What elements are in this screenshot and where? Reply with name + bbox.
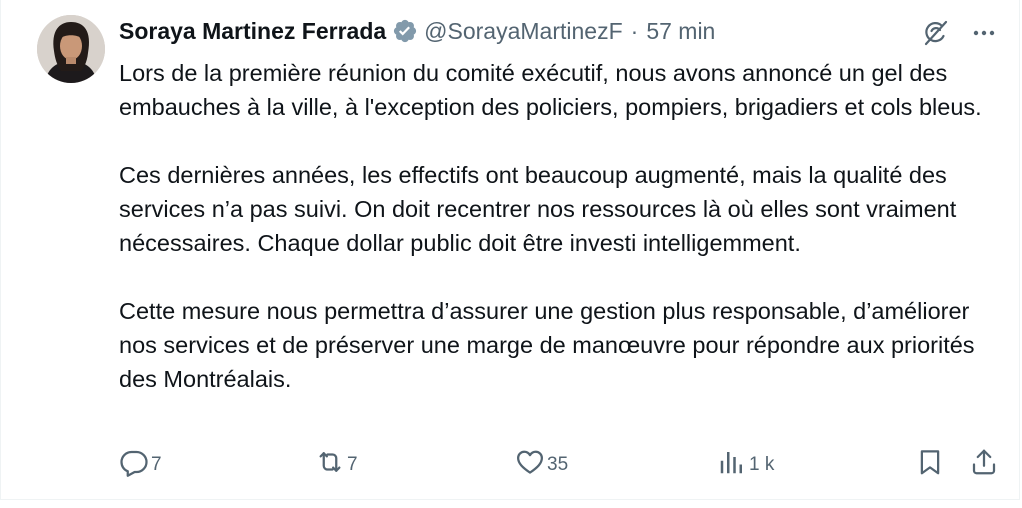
like-count: 35	[547, 454, 569, 475]
tweet-text: Lors de la première réunion du comité ex…	[119, 56, 1009, 430]
share-button[interactable]	[969, 444, 999, 486]
views-icon	[717, 447, 747, 483]
repost-icon	[315, 447, 345, 483]
bookmark-button[interactable]	[915, 444, 945, 486]
tweet-header: Soraya Martinez Ferrada @SorayaMartinezF…	[119, 14, 715, 48]
view-count: 1 k	[749, 454, 775, 475]
action-bar: 7 7 35 1 k	[111, 444, 1011, 486]
tweet-paragraph: Lors de la première réunion du comité ex…	[119, 60, 982, 120]
grok-icon[interactable]	[919, 16, 953, 50]
views-button[interactable]: 1 k	[717, 444, 774, 486]
avatar-image	[37, 15, 105, 83]
separator-dot: ·	[630, 17, 639, 44]
author-handle[interactable]: @SorayaMartinezF	[424, 18, 622, 45]
like-button[interactable]: 35	[515, 444, 568, 486]
avatar[interactable]	[37, 15, 105, 83]
tweet-paragraph: Ces dernières années, les effectifs ont …	[119, 162, 957, 256]
repost-button[interactable]: 7	[315, 444, 358, 486]
bookmark-icon	[915, 447, 945, 483]
heart-icon	[515, 447, 545, 483]
share-icon	[969, 447, 999, 483]
reply-button[interactable]: 7	[119, 444, 162, 486]
timestamp[interactable]: 57 min	[646, 18, 715, 45]
repost-count: 7	[347, 454, 358, 475]
verified-badge-icon[interactable]	[392, 18, 418, 44]
more-icon[interactable]	[967, 16, 1001, 50]
reply-count: 7	[151, 454, 162, 475]
tweet-paragraph: Cette mesure nous permettra d’assurer un…	[119, 298, 975, 392]
tweet-card[interactable]: Soraya Martinez Ferrada @SorayaMartinezF…	[0, 0, 1020, 500]
reply-icon	[119, 447, 149, 483]
author-name[interactable]: Soraya Martinez Ferrada	[119, 18, 386, 45]
